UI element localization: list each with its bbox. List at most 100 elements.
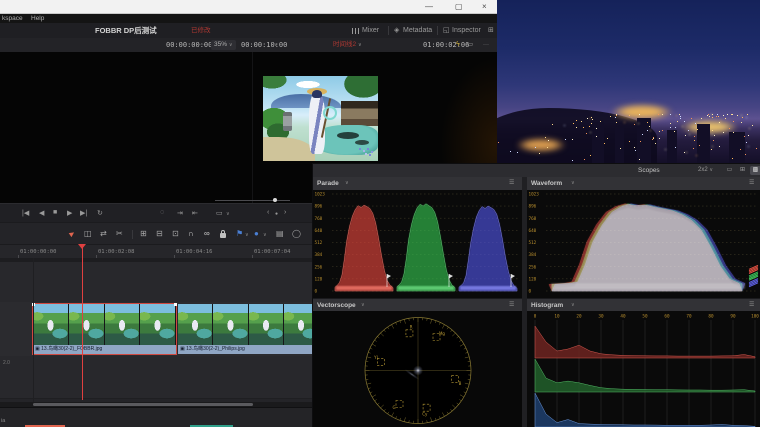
parade-title[interactable]: Parade <box>317 177 339 190</box>
timeline-clip[interactable]: ▣ 13.鸟瞰30(2-2)_Philips.jpg <box>178 304 319 354</box>
svg-text:1023: 1023 <box>529 192 540 198</box>
svg-text:256: 256 <box>529 264 537 270</box>
position-lock-icon[interactable] <box>220 230 226 238</box>
scrollbar-thumb[interactable] <box>33 403 253 406</box>
waveform-panel-header: Waveform ∨ ☰ <box>527 177 760 191</box>
clip-handle[interactable] <box>174 303 177 306</box>
step-back-icon[interactable]: ◀ <box>39 209 44 217</box>
window-maximize-button[interactable]: ▢ <box>455 1 463 12</box>
zoom-select[interactable]: 35% ∨ <box>211 40 236 50</box>
viewer-mode-chevron-icon[interactable]: ∨ <box>226 211 230 217</box>
timeline-name[interactable]: 时间线2 <box>333 38 356 52</box>
city-lights <box>497 0 498 1</box>
flag-chevron-icon[interactable]: ∨ <box>245 232 249 238</box>
window-close-button[interactable]: × <box>482 1 487 12</box>
menu-item-help[interactable]: Help <box>31 14 44 23</box>
clip-duration-timecode: 00:00:10:00 <box>241 41 288 49</box>
building-silhouette <box>615 128 624 163</box>
prev-edit-icon[interactable]: ⇤ <box>192 209 198 217</box>
menu-bar: kspace Help <box>0 14 497 23</box>
jog-handle[interactable] <box>273 198 277 202</box>
last-frame-icon[interactable]: ▶| <box>80 209 87 217</box>
svg-text:50: 50 <box>642 314 648 320</box>
stop-icon[interactable]: ■ <box>53 209 57 216</box>
scopes-layout-select[interactable]: 2x2 ∨ <box>698 164 713 177</box>
more-tool-icon[interactable]: ◯ <box>292 229 301 238</box>
metadata-button[interactable]: Metadata <box>403 23 432 38</box>
first-frame-icon[interactable]: |◀ <box>22 209 29 217</box>
source-options-icon[interactable]: ··· <box>199 38 205 52</box>
play-icon[interactable]: ▶ <box>67 209 72 217</box>
header-separator <box>437 26 438 35</box>
scopes-expand-icon[interactable]: ⊞ <box>737 166 748 175</box>
nav-dot-icon[interactable]: ● <box>275 211 278 217</box>
svg-text:512: 512 <box>315 240 323 246</box>
inspector-button[interactable]: Inspector <box>452 23 481 38</box>
duration-chevron-icon[interactable]: ∨ <box>274 38 278 52</box>
svg-text:100: 100 <box>751 314 759 320</box>
next-edit-icon[interactable]: ⇥ <box>177 209 183 217</box>
waveform-title[interactable]: Waveform <box>531 177 562 190</box>
overwrite-clip-icon[interactable]: ⊟ <box>156 229 163 238</box>
selection-tool-icon[interactable]: ► <box>66 228 78 240</box>
window-minimize-button[interactable]: — <box>425 1 433 12</box>
toolbar-separator <box>132 230 133 239</box>
parade-panel-header: Parade ∨ ☰ <box>313 177 522 191</box>
clip-icon: ▣ <box>35 346 40 352</box>
jog-bar[interactable] <box>215 200 290 201</box>
scopes-minimize-icon[interactable]: ▭ <box>724 166 735 175</box>
staff-ring <box>323 106 337 120</box>
svg-text:768: 768 <box>529 216 537 222</box>
replace-clip-icon[interactable]: ⊡ <box>172 229 179 238</box>
modified-label: 已修改 <box>191 27 211 34</box>
marker-icon[interactable]: ● <box>254 229 259 238</box>
scopes-header[interactable]: Scopes 2x2 ∨ ▭ ⊞ ▩ <box>313 164 760 178</box>
header-more-icon[interactable]: ⊞ <box>488 23 494 38</box>
flag-icon[interactable]: ⚑ <box>236 229 243 238</box>
menu-item-workspace[interactable]: kspace <box>2 14 23 23</box>
scopes-window-title: Scopes <box>638 167 660 174</box>
svg-text:640: 640 <box>529 228 537 234</box>
zoom-value: 35% <box>214 41 228 48</box>
nav-prev-icon[interactable]: ‹ <box>267 209 269 216</box>
loop-region-icon[interactable]: ◌ <box>160 209 164 216</box>
playhead-marker[interactable] <box>78 244 86 249</box>
ruler-label: 01:00:07:04 <box>254 249 291 255</box>
subtitle-icon[interactable]: ▤ <box>276 229 284 238</box>
dynamic-trim-icon[interactable]: ⇄ <box>100 229 107 238</box>
viewer-mode-icon[interactable]: ▭ <box>216 209 223 217</box>
marker-chevron-icon[interactable]: ∨ <box>263 232 267 238</box>
svg-text:Yl: Yl <box>373 355 378 360</box>
svg-text:R: R <box>410 325 413 330</box>
clip-icon: ▣ <box>180 346 185 352</box>
parade-settings-icon[interactable]: ☰ <box>509 177 514 190</box>
flowers <box>359 148 361 150</box>
viewer-more-icon[interactable]: ··· <box>483 38 489 52</box>
svg-text:10: 10 <box>554 314 560 320</box>
playhead[interactable] <box>82 244 83 400</box>
timeline-chevron-icon[interactable]: ∨ <box>358 38 362 52</box>
svg-text:1023: 1023 <box>315 192 326 198</box>
insert-clip-icon[interactable]: ⊞ <box>140 229 147 238</box>
link-selection-icon[interactable]: ∞ <box>204 229 210 238</box>
waveform-settings-icon[interactable]: ☰ <box>749 177 754 190</box>
tab-media-partial[interactable]: ia <box>1 418 5 424</box>
razor-icon[interactable]: ✂ <box>116 229 123 238</box>
ruler-label: 01:00:02:08 <box>98 249 135 255</box>
scopes-layout-grid-icon[interactable]: ▩ <box>750 166 760 175</box>
svg-text:0: 0 <box>315 289 318 295</box>
chevron-down-icon[interactable]: ∨ <box>571 177 575 190</box>
trim-edit-icon[interactable]: ◫ <box>84 229 92 238</box>
clip-thumbnail <box>248 304 283 345</box>
clip-thumbnail <box>213 304 248 345</box>
mixer-button[interactable]: Mixer <box>362 23 379 38</box>
chevron-down-icon[interactable]: ∨ <box>345 177 349 190</box>
loop-icon[interactable]: ↻ <box>97 209 103 217</box>
svg-text:90: 90 <box>730 314 736 320</box>
nav-next-icon[interactable]: › <box>284 209 286 216</box>
bypass-grades-icon[interactable]: ϟ <box>456 38 460 52</box>
single-viewer-icon[interactable]: ▭ <box>467 38 473 52</box>
snapping-icon[interactable]: ∩ <box>188 229 194 238</box>
svg-text:Cy: Cy <box>422 411 428 416</box>
timeline-clip[interactable]: ▣ 13.鸟瞰30(2-2)_FOBBR.jpg <box>32 303 177 355</box>
